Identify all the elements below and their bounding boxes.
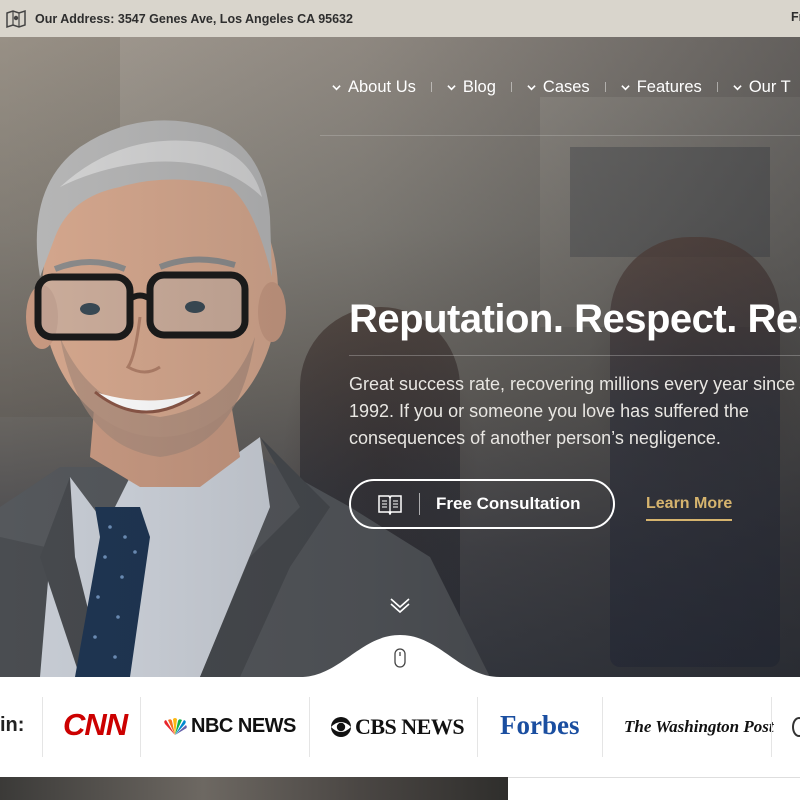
book-icon — [378, 495, 402, 515]
top-info-bar: Our Address: 3547 Genes Ave, Los Angeles… — [0, 0, 800, 37]
nav-divider — [604, 82, 606, 92]
chevron-down-icon — [332, 84, 341, 90]
learn-more-link[interactable]: Learn More — [646, 495, 733, 521]
nbc-news-text: NBC NEWS — [191, 715, 296, 737]
washington-post-logo: The Washington Post — [624, 717, 774, 736]
button-divider — [419, 493, 420, 515]
chevron-down-icon — [733, 84, 742, 90]
nbc-news-logo: NBC NEWS — [162, 715, 296, 738]
mouse-icon — [394, 648, 406, 668]
chevron-down-icon — [527, 84, 536, 90]
nav-divider — [430, 82, 432, 92]
nav-underline-divider — [320, 135, 800, 136]
hero-description: Great success rate, recovering millions … — [349, 374, 796, 448]
free-consultation-button[interactable]: Free Consultation — [349, 479, 615, 529]
cbs-news-text: CBS NEWS — [355, 714, 465, 739]
consultation-label: Free Consultation — [436, 494, 581, 513]
topbar-right-text: Fr — [791, 10, 800, 24]
map-icon — [6, 9, 26, 28]
address-text: Our Address: 3547 Genes Ave, Los Angeles… — [35, 11, 353, 26]
press-divider — [140, 697, 141, 757]
nav-divider — [510, 82, 512, 92]
press-divider — [42, 697, 43, 757]
peacock-icon — [164, 717, 187, 735]
press-logos-band: in: CNN NBC NEWS CBS NEWS Forbes The Was… — [0, 677, 800, 777]
cbs-eye-icon — [331, 717, 351, 737]
chevron-down-icon — [447, 84, 456, 90]
press-label: in: — [0, 714, 25, 736]
press-divider — [602, 697, 603, 757]
hero-section: About Us Blog Cases Features Our T Reput… — [0, 37, 800, 677]
nav-item-label: Our T — [748, 77, 791, 96]
cbs-news-logo: CBS NEWS — [330, 714, 465, 740]
next-section-panel — [508, 777, 800, 800]
chevron-down-icon — [621, 84, 630, 90]
hero-overlay — [0, 37, 800, 677]
nav-divider — [716, 82, 718, 92]
headline-divider — [349, 355, 800, 356]
press-divider — [477, 697, 478, 757]
nav-item-label: Blog — [462, 77, 496, 96]
nav-item-label: Features — [636, 77, 702, 96]
nav-item-label: Cases — [542, 77, 590, 96]
main-nav: About Us Blog Cases Features Our T — [332, 75, 791, 99]
nav-item-cases[interactable]: Cases — [527, 78, 590, 97]
press-divider — [771, 697, 772, 757]
nav-item-label: About Us — [348, 77, 416, 96]
partial-logo-icon — [792, 717, 800, 737]
next-section-image — [0, 777, 508, 800]
forbes-logo: Forbes — [500, 710, 580, 740]
nav-item-features[interactable]: Features — [621, 78, 702, 97]
nav-item-our-team[interactable]: Our T — [733, 78, 791, 97]
cnn-logo: CNN — [63, 707, 128, 742]
nav-item-blog[interactable]: Blog — [447, 78, 496, 97]
nav-item-about-us[interactable]: About Us — [332, 78, 416, 97]
scroll-down-icon[interactable] — [388, 593, 412, 617]
press-divider — [309, 697, 310, 757]
hero-headline: Reputation. Respect. Result — [349, 297, 800, 341]
